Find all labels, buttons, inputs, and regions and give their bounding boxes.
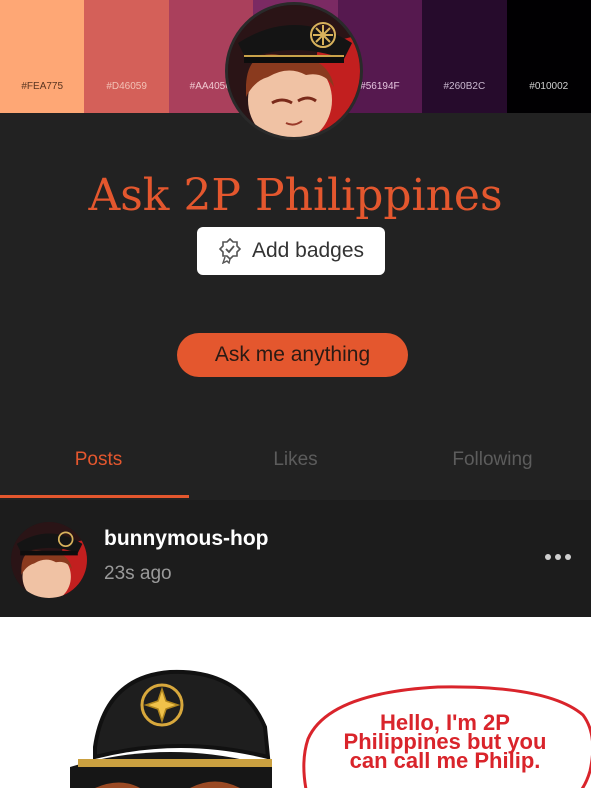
swatch-label: #010002 bbox=[529, 81, 569, 92]
tab-likes[interactable]: Likes bbox=[197, 435, 394, 500]
post-author-avatar[interactable] bbox=[11, 522, 87, 598]
tab-posts[interactable]: Posts bbox=[0, 435, 197, 500]
swatch-label: #D46059 bbox=[106, 81, 147, 92]
avatar-portrait-icon bbox=[228, 5, 360, 137]
swatch-label: #260B2C bbox=[443, 81, 486, 92]
post-header bbox=[0, 500, 591, 617]
add-badges-label: Add badges bbox=[251, 239, 365, 262]
ask-me-anything-button[interactable]: Ask me anything bbox=[177, 333, 408, 377]
tab-following[interactable]: Following bbox=[394, 435, 591, 500]
palette-swatch: #260B2C bbox=[422, 0, 507, 113]
swatch-label: #FEA775 bbox=[21, 81, 64, 92]
more-options-button[interactable] bbox=[540, 545, 576, 569]
blog-tabs: Posts Likes Following bbox=[0, 435, 591, 500]
post-image: Hello, I'm 2P Philippines but you can ca… bbox=[0, 617, 591, 788]
add-badges-button[interactable]: Add badges bbox=[197, 227, 385, 275]
more-dots-icon bbox=[555, 554, 561, 560]
blog-avatar[interactable] bbox=[225, 2, 363, 140]
palette-swatch: #D46059 bbox=[84, 0, 169, 113]
palette-swatch: #010002 bbox=[506, 0, 591, 113]
speech-bubble-text: Hello, I'm 2P Philippines but you can ca… bbox=[300, 712, 590, 772]
more-dots-icon bbox=[565, 554, 571, 560]
ask-button-label: Ask me anything bbox=[214, 343, 371, 366]
post-timestamp: 23s ago bbox=[104, 563, 172, 584]
avatar-portrait-icon bbox=[11, 522, 87, 598]
blog-title: Ask 2P Philippines bbox=[88, 170, 503, 221]
badge-icon bbox=[218, 238, 242, 264]
active-tab-indicator bbox=[0, 495, 189, 498]
palette-swatch: #FEA775 bbox=[0, 0, 85, 113]
post-username[interactable]: bunnymous-hop bbox=[104, 527, 268, 551]
more-dots-icon bbox=[545, 554, 551, 560]
